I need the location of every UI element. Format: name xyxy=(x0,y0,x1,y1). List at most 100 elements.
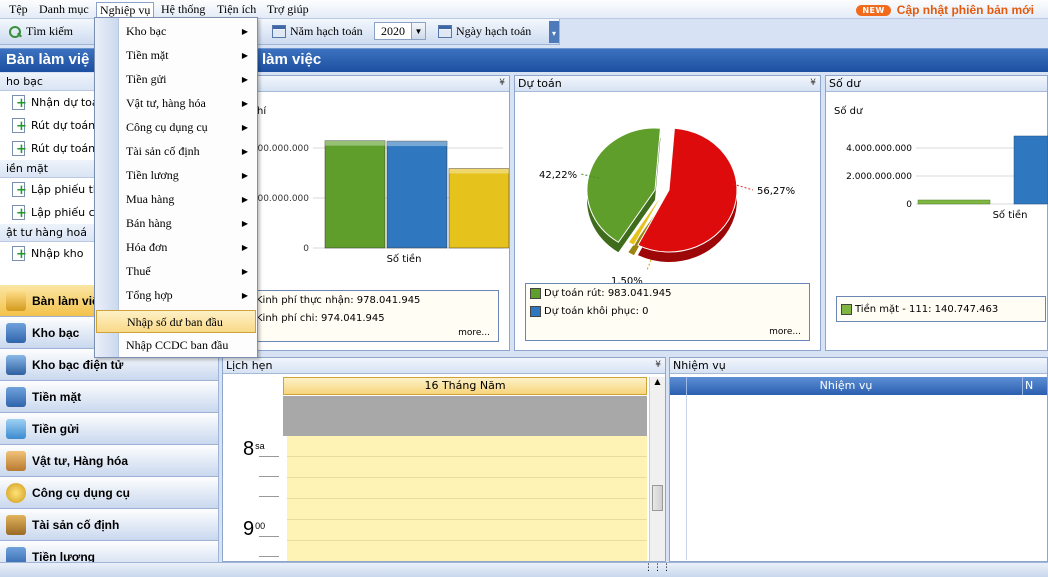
chevron-right-icon: ▶ xyxy=(241,51,248,60)
nav-vat-tu[interactable]: Vật tư, Hàng hóa xyxy=(0,445,218,477)
page-title-left: Bàn làm việ xyxy=(6,51,90,68)
bar xyxy=(386,140,448,249)
calendar-scrollbar[interactable]: ▲ xyxy=(649,377,665,561)
nav-label: Bàn làm việ xyxy=(32,293,99,308)
chart-legend: Kinh phí thực nhận: 978.041.945 Kinh phí… xyxy=(251,290,499,342)
y-tick-label: 0 xyxy=(906,200,912,210)
chevron-right-icon: ▶ xyxy=(241,147,248,156)
menu-item-cong-cu[interactable]: Công cụ dụng cụ ▶ xyxy=(96,116,256,139)
posting-date-button[interactable]: Ngày hạch toán xyxy=(438,24,531,39)
legend-item: Dự toán rút: 983.041.945 xyxy=(526,284,809,302)
cash-icon xyxy=(6,386,26,407)
fiscal-year-select[interactable]: 2020 ▼ xyxy=(374,22,426,40)
chevron-down-icon[interactable]: ¥ xyxy=(655,358,661,373)
legend-swatch xyxy=(530,287,541,299)
menu-item-thue[interactable]: Thuế ▶ xyxy=(96,260,256,283)
calendar-day-header[interactable]: 16 Tháng Năm xyxy=(283,377,647,395)
bar-highlight xyxy=(449,168,509,174)
time-slots[interactable] xyxy=(283,436,647,561)
scroll-thumb[interactable] xyxy=(652,485,663,511)
menu-item-nhap-ccdc[interactable]: Nhập CCDC ban đầu xyxy=(96,334,256,357)
chevron-right-icon: ▶ xyxy=(241,75,248,84)
nav-label: Vật tư, Hàng hóa xyxy=(32,453,129,468)
nav-label: Kho bạc điện tử xyxy=(32,357,124,372)
menu-item-nhap-so-du[interactable]: Nhập số dư ban đầu xyxy=(96,310,256,333)
chart-subtitle: hí xyxy=(257,106,267,117)
bank-icon xyxy=(6,354,26,375)
pane-header: Nhiệm vụ xyxy=(670,358,1047,374)
menu-item-mua-hang[interactable]: Mua hàng ▶ xyxy=(96,188,256,211)
page-title: làm việc xyxy=(262,51,322,68)
add-document-icon xyxy=(12,118,27,133)
new-badge: NEW xyxy=(856,4,891,16)
nav-cong-cu[interactable]: Công cụ dụng cụ xyxy=(0,477,218,509)
chevron-right-icon: ▶ xyxy=(241,195,248,204)
chevron-down-icon[interactable]: ▼ xyxy=(411,23,425,39)
pane-du-toan: Dự toán ¥ 56,27% 1,50% 42,22% Dự toán rút:… xyxy=(514,75,821,351)
update-text[interactable]: Cập nhật phiên bản mới xyxy=(897,3,1034,17)
menu-item-tien-mat[interactable]: Tiền mặt ▶ xyxy=(96,44,256,67)
goods-icon xyxy=(6,450,26,471)
column-header-task[interactable]: Nhiệm vụ xyxy=(670,379,1022,392)
nav-tien-gui[interactable]: Tiền gửi xyxy=(0,413,218,445)
chart-legend: Dự toán rút: 983.041.945 Dự toán khôi ph… xyxy=(525,283,810,341)
resize-grip-icon[interactable]: ⋮⋮⋮ xyxy=(644,563,671,573)
x-axis-label: Số tiền xyxy=(993,209,1028,221)
chevron-right-icon: ▶ xyxy=(241,123,248,132)
menu-item-vat-tu[interactable]: Vật tư, hàng hóa ▶ xyxy=(96,92,256,115)
menu-item-tong-hop[interactable]: Tổng hợp ▶ xyxy=(96,284,256,307)
menu-tep[interactable]: Tệp xyxy=(6,2,31,18)
legend-item: Dự toán khôi phục: 0 xyxy=(526,302,809,320)
legend-label: Kinh phí thực nhận: 978.041.945 xyxy=(256,294,421,306)
nav-label: Tiền gửi xyxy=(32,421,80,436)
nav-label: Kho bạc xyxy=(32,325,80,340)
task-label: Lập phiếu th xyxy=(31,183,100,196)
menu-item-tien-luong[interactable]: Tiền lương ▶ xyxy=(96,164,256,187)
add-document-icon xyxy=(12,182,27,197)
chevron-down-icon[interactable]: ¥ xyxy=(810,76,816,91)
pane-so-du: Số dư Số dư 0 2.000.000.000 4.000.000.000 S… xyxy=(825,75,1048,351)
pane-header: Lịch hẹn ¥ xyxy=(223,358,665,374)
nav-label: Công cụ dụng cụ xyxy=(32,485,130,500)
menu-tro-giup[interactable]: Trợ giúp xyxy=(264,2,312,18)
chevron-down-icon[interactable]: ¥ xyxy=(499,76,505,91)
pane-title: Lịch hẹn xyxy=(226,359,273,372)
update-link[interactable]: NEW Cập nhật phiên bản mới xyxy=(856,2,1034,18)
menu-item-tai-san[interactable]: Tài sản cố định ▶ xyxy=(96,140,256,163)
pane-lich-hen: Lịch hẹn ¥ 16 Tháng Năm 8sa 900 ▲ xyxy=(222,357,666,562)
menu-danh-muc[interactable]: Danh mục xyxy=(36,2,92,18)
legend-swatch xyxy=(841,303,852,315)
all-day-area[interactable] xyxy=(283,396,647,436)
column-header-short[interactable]: N xyxy=(1022,377,1033,395)
menu-item-kho-bac[interactable]: Kho bạc ▶ xyxy=(96,20,256,43)
search-button[interactable]: Tìm kiếm xyxy=(8,24,73,39)
hour-label: 900 xyxy=(243,518,266,540)
legend-label: Dự toán rút: 983.041.945 xyxy=(544,287,672,299)
menu-tien-ich[interactable]: Tiện ích xyxy=(214,2,259,18)
calendar-icon xyxy=(272,25,286,38)
add-document-icon xyxy=(12,141,27,156)
chevron-right-icon: ▶ xyxy=(241,267,248,276)
toolbar-overflow-icon[interactable]: ▾ xyxy=(549,21,559,43)
nav-tien-mat[interactable]: Tiền mặt xyxy=(0,381,218,413)
deposit-icon xyxy=(6,418,26,439)
nav-tai-san[interactable]: Tài sản cố định xyxy=(0,509,218,541)
task-label: Lập phiếu ch xyxy=(31,206,102,219)
menu-item-tien-gui[interactable]: Tiền gửi ▶ xyxy=(96,68,256,91)
add-document-icon xyxy=(12,95,27,110)
menu-nghiep-vu[interactable]: Nghiệp vụ xyxy=(96,2,155,18)
chevron-right-icon: ▶ xyxy=(241,27,248,36)
nav-label: Tiền mặt xyxy=(32,389,82,404)
tools-icon xyxy=(6,482,26,503)
bar-highlight xyxy=(325,140,385,146)
more-link[interactable]: more... xyxy=(458,328,490,338)
scroll-up-icon[interactable]: ▲ xyxy=(650,377,665,391)
calendar-icon xyxy=(438,25,452,38)
more-link[interactable]: more... xyxy=(769,327,801,337)
pane-title: Số dư xyxy=(829,77,861,90)
menu-item-hoa-don[interactable]: Hóa đơn ▶ xyxy=(96,236,256,259)
menu-item-ban-hang[interactable]: Bán hàng ▶ xyxy=(96,212,256,235)
chevron-right-icon: ▶ xyxy=(241,219,248,228)
hour-label: 8sa xyxy=(243,438,265,460)
menu-he-thong[interactable]: Hệ thống xyxy=(158,2,208,18)
